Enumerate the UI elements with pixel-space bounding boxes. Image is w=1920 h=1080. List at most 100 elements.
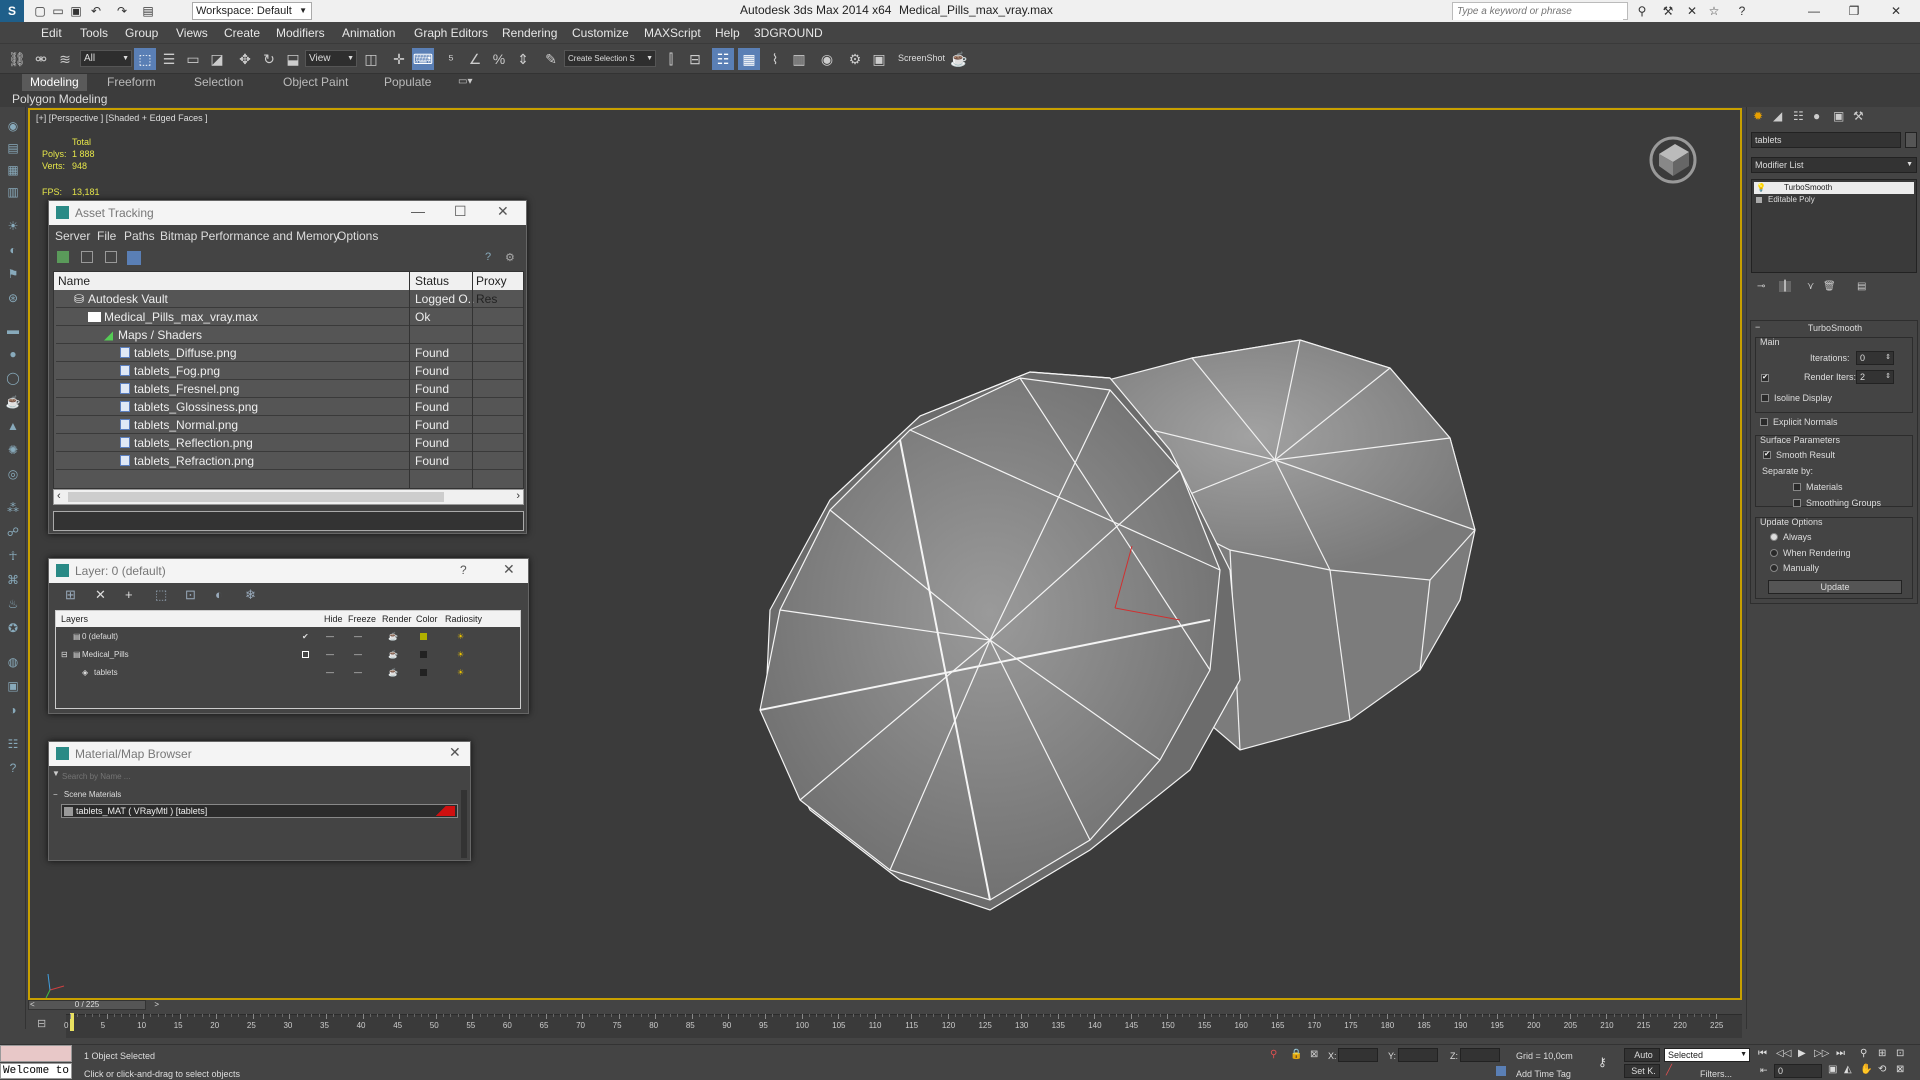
- asset-row-vault[interactable]: ⛁ Autodesk Vault Logged O...: [56, 290, 523, 308]
- search-options-icon[interactable]: ▼: [52, 769, 60, 778]
- add-to-layer-icon[interactable]: +: [125, 587, 133, 602]
- settings-icon[interactable]: ⚙: [505, 251, 515, 264]
- render-setup-icon[interactable]: ⚙: [844, 48, 866, 70]
- go-to-start-icon[interactable]: ⏮: [1758, 1048, 1767, 1059]
- minimize-icon[interactable]: —: [411, 203, 425, 219]
- create-layer-icon[interactable]: ⊞: [65, 587, 76, 603]
- table-view-icon[interactable]: [105, 251, 117, 263]
- modify-tab-icon[interactable]: ◢: [1773, 109, 1782, 123]
- redo-icon[interactable]: ↷: [114, 3, 130, 19]
- scroll-right-icon[interactable]: ›: [516, 490, 520, 502]
- pin-stack-icon[interactable]: ⊸: [1757, 281, 1765, 292]
- key-filters-button[interactable]: Filters...: [1700, 1069, 1732, 1079]
- active-layer-box-icon[interactable]: [302, 651, 309, 658]
- open-file-icon[interactable]: ▭: [50, 3, 66, 19]
- exchange-icon[interactable]: ✕: [1684, 3, 1700, 19]
- menu-graph-editors[interactable]: Graph Editors: [414, 26, 488, 40]
- minimize-icon[interactable]: —: [1806, 3, 1822, 19]
- tab-object-paint[interactable]: Object Paint: [275, 74, 356, 91]
- screenshot-label[interactable]: ScreenShot: [898, 53, 945, 63]
- mirror-icon[interactable]: ⫿: [660, 48, 682, 70]
- cylinder-tool-icon[interactable]: ◯: [4, 369, 22, 387]
- selection-lock-icon[interactable]: 🔒: [1290, 1049, 1302, 1060]
- sun-tool-icon[interactable]: ✺: [4, 441, 22, 459]
- freeze-toggle[interactable]: —: [354, 646, 362, 664]
- render-teapot-icon[interactable]: ☕: [388, 628, 398, 646]
- list-view-icon[interactable]: [81, 251, 93, 263]
- spinner-arrows-icon[interactable]: ⇕: [1885, 352, 1891, 364]
- menu-bitmap-performance[interactable]: Bitmap Performance and Memory: [160, 229, 339, 243]
- pflow-tool-icon[interactable]: ✪: [4, 619, 22, 637]
- select-object-icon[interactable]: ⬚: [134, 48, 156, 70]
- maximize-icon[interactable]: ☐: [454, 203, 467, 220]
- next-frame-icon[interactable]: ▷▷: [1814, 1048, 1829, 1059]
- lightbulb-icon[interactable]: 💡: [1756, 182, 1766, 194]
- layer-titlebar[interactable]: Layer: 0 (default) ? ✕: [49, 559, 528, 583]
- asset-row-file[interactable]: tablets_Normal.png Found: [56, 416, 523, 434]
- undo-icon[interactable]: ↶: [88, 3, 104, 19]
- field-of-view-icon[interactable]: ◭: [1844, 1064, 1852, 1075]
- render-iters-checkbox[interactable]: ✔: [1761, 374, 1769, 382]
- key-mode-icon[interactable]: ⇤: [1760, 1065, 1768, 1076]
- column-name[interactable]: Name: [58, 272, 90, 290]
- cone-tool-icon[interactable]: ▲: [4, 417, 22, 435]
- hair-tool-icon[interactable]: ♨: [4, 595, 22, 613]
- menu-edit[interactable]: Edit: [41, 26, 62, 40]
- help-icon[interactable]: ?: [1734, 3, 1750, 19]
- column-hide[interactable]: Hide: [324, 611, 343, 627]
- render-teapot-icon[interactable]: ☕: [948, 48, 970, 70]
- menu-options[interactable]: Options: [337, 229, 378, 243]
- tab-modeling[interactable]: Modeling: [22, 74, 87, 91]
- close-icon[interactable]: ✕: [1888, 3, 1904, 19]
- front-pill[interactable]: [759, 371, 1241, 911]
- scene-explorer-icon[interactable]: ◍: [4, 653, 22, 671]
- key-filter-selection-dropdown[interactable]: Selected ▼: [1664, 1048, 1750, 1062]
- restore-icon[interactable]: ❐: [1846, 3, 1862, 19]
- manually-radio[interactable]: [1770, 564, 1778, 572]
- freeze-toggle[interactable]: —: [354, 664, 362, 682]
- previous-frame-icon[interactable]: ◁◁: [1776, 1048, 1791, 1059]
- explicit-normals-checkbox[interactable]: [1760, 418, 1768, 426]
- asset-row-maps[interactable]: ◢ Maps / Shaders: [56, 326, 523, 344]
- scroll-right-icon[interactable]: >: [154, 1001, 159, 1009]
- layer-color-swatch[interactable]: [420, 669, 427, 676]
- asset-row-scene[interactable]: Medical_Pills_max_vray.max Ok: [56, 308, 523, 326]
- active-layer-check-icon[interactable]: ✔: [302, 628, 309, 646]
- asset-row-file[interactable]: tablets_Fog.png Found: [56, 362, 523, 380]
- vault-help-icon[interactable]: ?: [485, 251, 491, 263]
- help-icon[interactable]: ?: [460, 563, 467, 577]
- favorites-star-icon[interactable]: ☆: [1706, 3, 1722, 19]
- radiosity-icon[interactable]: ☀: [457, 628, 464, 646]
- unlink-icon[interactable]: ⚮: [30, 48, 52, 70]
- object-name-field[interactable]: tablets: [1751, 132, 1901, 148]
- biped-tool-icon[interactable]: ☥: [4, 547, 22, 565]
- remove-modifier-icon[interactable]: 🗑: [1823, 281, 1836, 292]
- absolute-mode-icon[interactable]: ⊠: [1310, 1049, 1318, 1060]
- pivot-center-icon[interactable]: ◫: [360, 48, 382, 70]
- asset-row-file[interactable]: tablets_Fresnel.png Found: [56, 380, 523, 398]
- close-icon[interactable]: ✕: [449, 744, 461, 761]
- viewport-tool-icon[interactable]: ◉: [4, 117, 22, 135]
- render-tool-icon[interactable]: ▣: [4, 677, 22, 695]
- layer-color-swatch[interactable]: [420, 633, 427, 640]
- menu-help[interactable]: Help: [715, 26, 740, 40]
- horizontal-scrollbar[interactable]: ‹ ›: [53, 489, 524, 505]
- column-radiosity[interactable]: Radiosity: [445, 611, 482, 627]
- pan-icon[interactable]: ✋: [1860, 1064, 1872, 1075]
- menu-paths[interactable]: Paths: [124, 229, 155, 243]
- go-to-end-icon[interactable]: ⏭: [1836, 1048, 1845, 1059]
- always-radio[interactable]: [1770, 533, 1778, 541]
- create-tool-icon[interactable]: ▤: [4, 139, 22, 157]
- display-tab-icon[interactable]: ▣: [1833, 109, 1844, 123]
- scroll-thumb[interactable]: [68, 492, 444, 502]
- time-slider[interactable]: < 0 / 225 >: [28, 1000, 159, 1010]
- manipulate-icon[interactable]: ✛: [388, 48, 410, 70]
- smoothing-groups-checkbox[interactable]: [1793, 499, 1801, 507]
- hide-toggle[interactable]: —: [326, 646, 334, 664]
- view-cube[interactable]: [1649, 136, 1697, 184]
- update-button[interactable]: Update: [1768, 580, 1902, 594]
- schematic-view-icon[interactable]: ▥: [788, 48, 810, 70]
- current-frame-field[interactable]: 0: [1774, 1064, 1822, 1078]
- layer-explorer-icon[interactable]: ☷: [712, 48, 734, 70]
- asset-row-file[interactable]: tablets_Reflection.png Found: [56, 434, 523, 452]
